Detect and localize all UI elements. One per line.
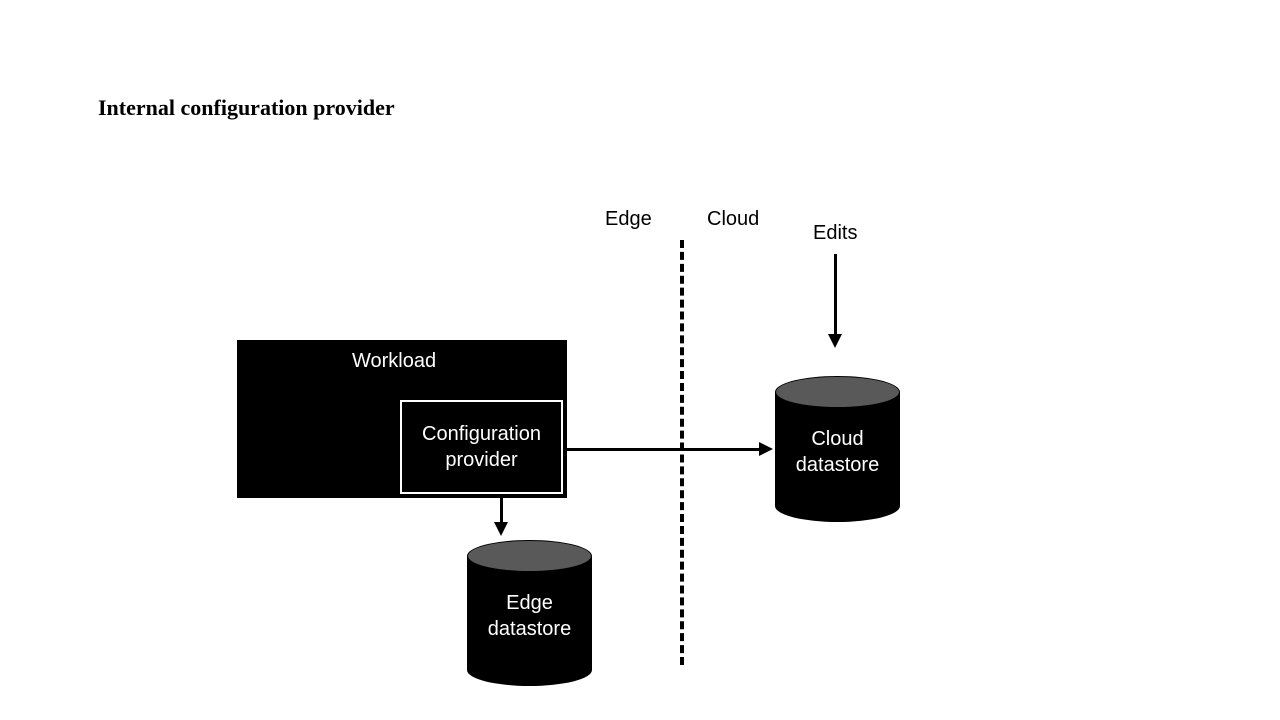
edits-label: Edits — [813, 222, 857, 245]
cloud-datastore: Cloud datastore — [775, 376, 900, 522]
arrow-head-edge-icon — [494, 522, 508, 536]
edge-datastore-label: Edge datastore — [467, 590, 592, 642]
diagram-title: Internal configuration provider — [98, 95, 395, 121]
configuration-provider-box: Configuration provider — [400, 400, 563, 494]
edge-cloud-divider — [680, 240, 684, 665]
cloud-datastore-label: Cloud datastore — [775, 426, 900, 478]
arrow-to-edge-datastore — [500, 498, 503, 524]
edge-datastore: Edge datastore — [467, 540, 592, 686]
edge-region-label: Edge — [605, 208, 652, 231]
workload-label: Workload — [352, 350, 436, 373]
cloud-region-label: Cloud — [707, 208, 759, 231]
arrow-edits-to-cloud — [834, 254, 837, 336]
arrow-to-cloud-datastore — [567, 448, 761, 451]
arrow-head-edits-icon — [828, 334, 842, 348]
arrow-head-cloud-icon — [759, 442, 773, 456]
